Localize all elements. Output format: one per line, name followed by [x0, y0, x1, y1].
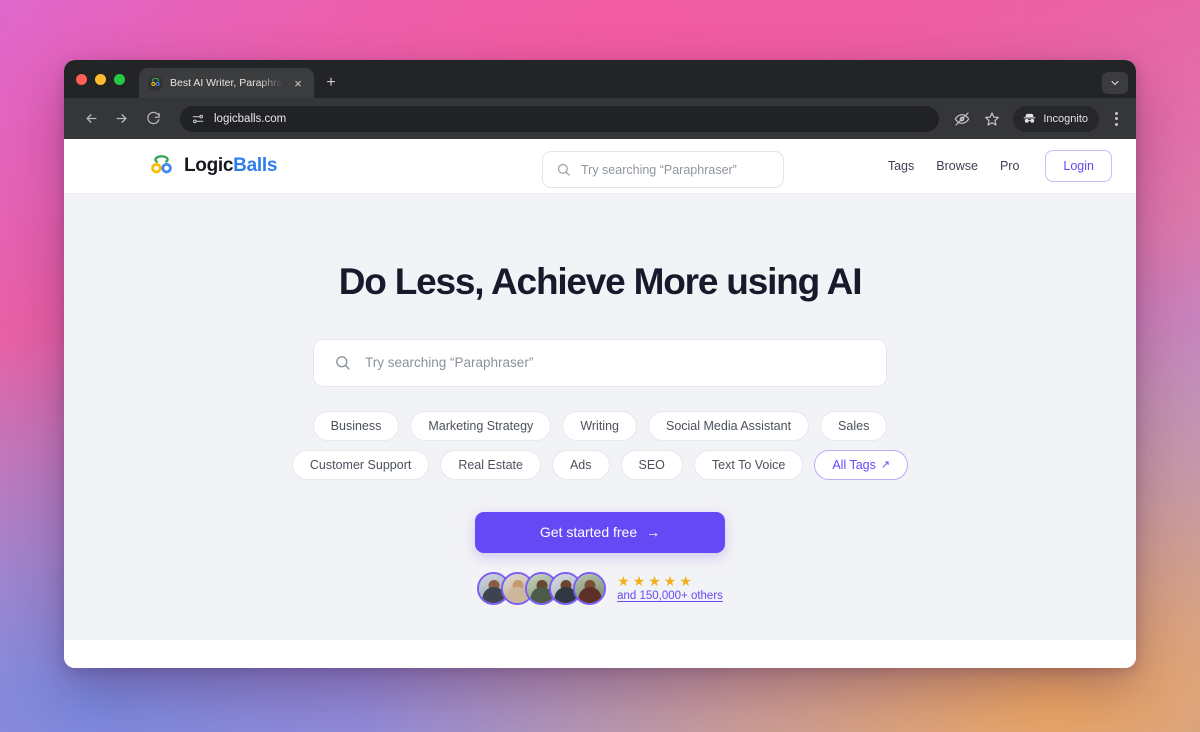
header-nav: Tags Browse Pro Login — [888, 150, 1112, 182]
address-bar[interactable]: logicballs.com — [180, 105, 940, 132]
browser-tab-strip: Best AI Writer, Paraphrasing & ... × + — [64, 60, 1136, 98]
brand-name: LogicBalls — [184, 155, 277, 177]
page-viewport: LogicBalls Try searching “Paraphraser” T… — [64, 139, 1136, 668]
tag-chip-sales[interactable]: Sales — [820, 410, 888, 441]
hero-search-input[interactable]: Try searching “Paraphraser” — [313, 338, 887, 387]
back-arrow-icon[interactable] — [78, 106, 104, 132]
browser-tab-title: Best AI Writer, Paraphrasing & ... — [170, 77, 283, 89]
tag-chip-marketing-strategy[interactable]: Marketing Strategy — [410, 410, 552, 441]
forward-arrow-icon[interactable] — [108, 106, 134, 132]
maximize-window-button[interactable] — [114, 73, 125, 85]
browser-window: Best AI Writer, Paraphrasing & ... × + — [64, 60, 1136, 668]
reload-icon[interactable] — [140, 106, 166, 132]
hero-section: Do Less, Achieve More using AI Try searc… — [64, 194, 1136, 640]
rating-block: ★ ★ ★ ★ ★ and 150,000+ others — [617, 574, 723, 602]
all-tags-button[interactable]: All Tags ↗ — [814, 449, 909, 480]
new-tab-button[interactable]: + — [318, 68, 344, 98]
logicballs-favicon-icon — [148, 75, 163, 91]
site-settings-icon[interactable] — [191, 112, 205, 126]
tag-chip-customer-support[interactable]: Customer Support — [291, 449, 430, 480]
close-tab-button[interactable]: × — [290, 75, 306, 91]
page-title: Do Less, Achieve More using AI — [338, 261, 863, 302]
tag-row-1: Business Marketing Strategy Writing Soci… — [312, 410, 888, 441]
get-started-label: Get started free — [539, 524, 638, 541]
star-icon: ★ — [632, 573, 646, 590]
tag-chip-real-estate[interactable]: Real Estate — [440, 449, 541, 480]
right-arrow-icon: → — [646, 524, 661, 541]
tag-chip-seo[interactable]: SEO — [620, 449, 683, 480]
hero-search-placeholder: Try searching “Paraphraser” — [365, 355, 534, 371]
tag-row-2: Customer Support Real Estate Ads SEO Tex… — [291, 449, 909, 480]
external-arrow-icon: ↗ — [880, 459, 891, 472]
tab-strip-spacer — [344, 68, 1102, 98]
star-icon: ★ — [617, 573, 630, 590]
avatar-group — [477, 571, 607, 605]
tag-chip-text-to-voice[interactable]: Text To Voice — [693, 449, 804, 480]
logicballs-logo-icon — [148, 154, 175, 179]
others-count-link[interactable]: and 150,000+ others — [617, 590, 723, 602]
chevron-down-icon[interactable] — [1102, 72, 1128, 94]
minimize-window-button[interactable] — [95, 73, 106, 85]
tag-chip-social-media-assistant[interactable]: Social Media Assistant — [647, 410, 810, 441]
kebab-menu-icon[interactable] — [1105, 106, 1127, 132]
eye-slash-icon[interactable] — [949, 106, 975, 132]
address-bar-url: logicballs.com — [214, 112, 287, 125]
tag-chip-group: Business Marketing Strategy Writing Soci… — [280, 410, 920, 480]
incognito-label: Incognito — [1043, 112, 1088, 125]
incognito-hat-icon — [1022, 111, 1037, 126]
browser-tab[interactable]: Best AI Writer, Paraphrasing & ... × — [139, 68, 314, 98]
header-search-input[interactable]: Try searching “Paraphraser” — [542, 151, 784, 188]
brand-name-first: Logic — [184, 155, 234, 176]
search-icon — [334, 354, 351, 371]
star-rating: ★ ★ ★ ★ ★ — [617, 574, 723, 588]
brand-name-second: Balls — [233, 155, 278, 176]
avatar — [573, 571, 607, 605]
browser-toolbar: logicballs.com Incognito — [64, 98, 1136, 139]
nav-link-browse[interactable]: Browse — [936, 159, 978, 173]
login-button[interactable]: Login — [1045, 150, 1112, 182]
site-header: LogicBalls Try searching “Paraphraser” T… — [64, 139, 1136, 194]
tag-chip-business[interactable]: Business — [312, 410, 400, 441]
page-bottom-strip — [64, 640, 1136, 668]
tag-chip-writing[interactable]: Writing — [562, 410, 637, 441]
all-tags-label: All Tags — [832, 457, 876, 472]
search-icon — [556, 162, 571, 177]
close-window-button[interactable] — [76, 73, 87, 85]
social-proof: ★ ★ ★ ★ ★ and 150,000+ others — [477, 571, 723, 605]
brand-logo[interactable]: LogicBalls — [64, 154, 277, 179]
incognito-indicator[interactable]: Incognito — [1013, 105, 1099, 132]
tag-chip-ads[interactable]: Ads — [551, 449, 610, 480]
get-started-button[interactable]: Get started free → — [475, 511, 725, 553]
window-traffic-lights — [76, 60, 139, 98]
star-icon: ★ — [648, 573, 661, 590]
star-icon[interactable] — [979, 106, 1005, 132]
nav-link-tags[interactable]: Tags — [888, 159, 914, 173]
star-icon: ★ — [679, 573, 692, 590]
nav-link-pro[interactable]: Pro — [1000, 159, 1019, 173]
star-icon: ★ — [663, 573, 677, 590]
header-search-placeholder: Try searching “Paraphraser” — [581, 162, 737, 177]
